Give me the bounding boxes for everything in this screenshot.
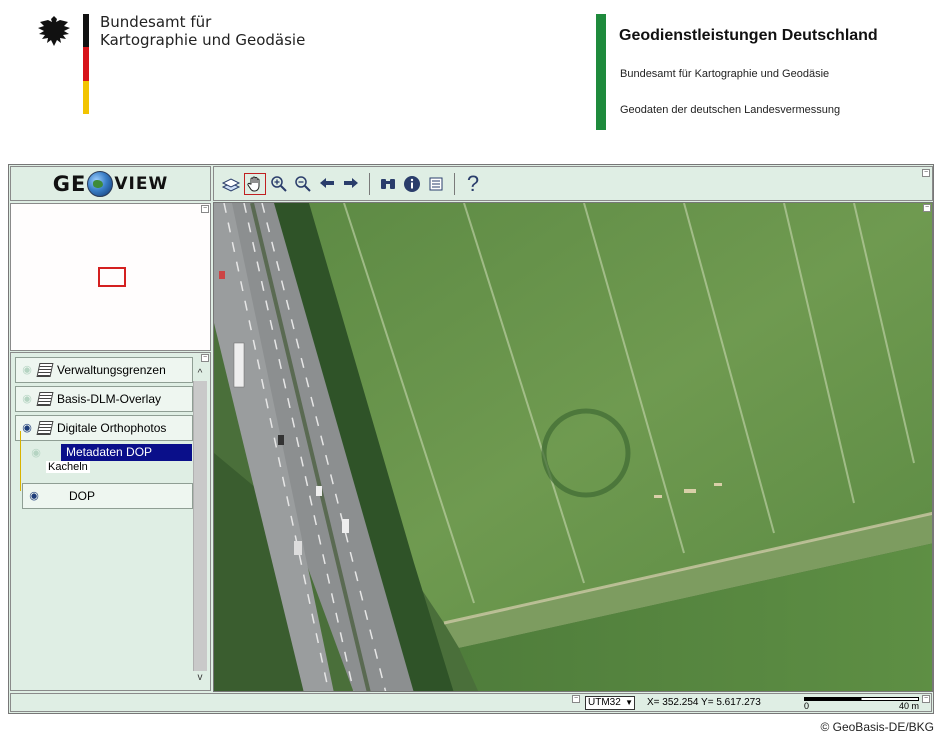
tiles-item[interactable]: Kacheln: [46, 461, 90, 473]
copyright-notice: © GeoBasis-DE/BKG: [820, 720, 934, 734]
page-header: Bundesamt für Kartographie und Geodäsie …: [0, 0, 944, 150]
map-toolbar: ? −: [213, 166, 933, 201]
layer-label: Verwaltungsgrenzen: [57, 363, 166, 377]
layer-stack-icon: [36, 421, 54, 435]
scale-bar: 0 40 m: [804, 696, 919, 711]
aerial-orthophoto[interactable]: [214, 203, 933, 692]
agency-name: Bundesamt für Kartographie und Geodäsie: [100, 13, 305, 49]
pan-hand-icon[interactable]: [244, 172, 266, 195]
scale-start-label: 0: [804, 701, 810, 711]
layers-icon[interactable]: [220, 173, 242, 195]
toolbar-separator: [369, 172, 370, 195]
logo-text-ge: GE: [52, 171, 87, 196]
metadata-dop-item[interactable]: Metadaten DOP: [61, 444, 192, 461]
help-button[interactable]: ?: [462, 171, 484, 196]
federal-eagle-icon: [38, 16, 70, 46]
layer-scrollbar[interactable]: ^ v: [193, 367, 207, 687]
crs-select[interactable]: UTM32: [585, 696, 635, 710]
collapse-toolbar-button[interactable]: −: [922, 169, 930, 177]
layer-stack-icon: [36, 363, 54, 377]
collapse-scale-button[interactable]: −: [922, 695, 930, 703]
agency-name-line1: Bundesamt für: [100, 13, 212, 31]
collapse-status-button[interactable]: −: [572, 695, 580, 703]
layer-item-verwaltungsgrenzen[interactable]: ◉ Verwaltungsgrenzen: [15, 357, 193, 383]
service-subtitle-1: Bundesamt für Kartographie und Geodäsie: [620, 68, 830, 80]
forward-arrow-icon[interactable]: [340, 173, 362, 195]
eye-icon[interactable]: ◉: [19, 393, 35, 405]
toolbar-separator: [454, 172, 455, 195]
overview-map[interactable]: −: [10, 203, 211, 351]
legend-icon[interactable]: [425, 173, 447, 195]
scrollbar-track[interactable]: [193, 381, 207, 671]
geoview-app: GE VIEW ? − − − ◉ Verwaltungsgrenzen ◉ B…: [8, 164, 934, 714]
layer-stack-icon: [36, 392, 54, 406]
scroll-up-icon[interactable]: ^: [193, 367, 207, 381]
coordinate-readout: X= 352.254 Y= 5.617.273: [647, 697, 761, 708]
globe-icon: [87, 170, 114, 197]
back-arrow-icon[interactable]: [316, 173, 338, 195]
eye-icon[interactable]: ◉: [26, 490, 42, 502]
layer-item-basis-dlm-overlay[interactable]: ◉ Basis-DLM-Overlay: [15, 386, 193, 412]
map-view[interactable]: −: [213, 202, 933, 692]
layer-label: Digitale Orthophotos: [57, 421, 167, 435]
info-icon[interactable]: [401, 173, 423, 195]
german-flag-bar: [83, 14, 89, 114]
binoculars-icon[interactable]: [377, 173, 399, 195]
service-title: Geodienstleistungen Deutschland: [619, 27, 878, 44]
layer-panel: − ◉ Verwaltungsgrenzen ◉ Basis-DLM-Overl…: [10, 352, 211, 691]
collapse-overview-button[interactable]: −: [201, 205, 209, 213]
eye-icon[interactable]: ◉: [19, 364, 35, 376]
agency-name-line2: Kartographie und Geodäsie: [100, 31, 306, 49]
collapse-map-button[interactable]: −: [923, 204, 931, 212]
zoom-out-icon[interactable]: [292, 173, 314, 195]
eye-icon[interactable]: ◉: [19, 422, 35, 434]
eye-icon[interactable]: ◉: [28, 447, 44, 459]
layer-label: Basis-DLM-Overlay: [57, 392, 162, 406]
zoom-in-icon[interactable]: [268, 173, 290, 195]
scale-end-label: 40 m: [898, 701, 919, 711]
status-bar: − UTM32 X= 352.254 Y= 5.617.273 0 40 m −: [10, 693, 932, 712]
layer-item-digitale-orthophotos[interactable]: ◉ Digitale Orthophotos: [15, 415, 193, 441]
tree-connector-line: [20, 431, 21, 491]
service-subtitle-2: Geodaten der deutschen Landesvermessung: [620, 104, 841, 116]
overview-extent-rectangle[interactable]: [98, 267, 126, 287]
collapse-layers-button[interactable]: −: [201, 354, 209, 362]
geoview-logo: GE VIEW: [10, 166, 211, 201]
scroll-down-icon[interactable]: v: [193, 671, 207, 685]
layer-item-dop[interactable]: ◉ DOP: [22, 483, 193, 509]
green-accent-bar: [596, 14, 606, 130]
logo-text-view: VIEW: [114, 173, 169, 194]
layer-label: DOP: [69, 489, 96, 503]
